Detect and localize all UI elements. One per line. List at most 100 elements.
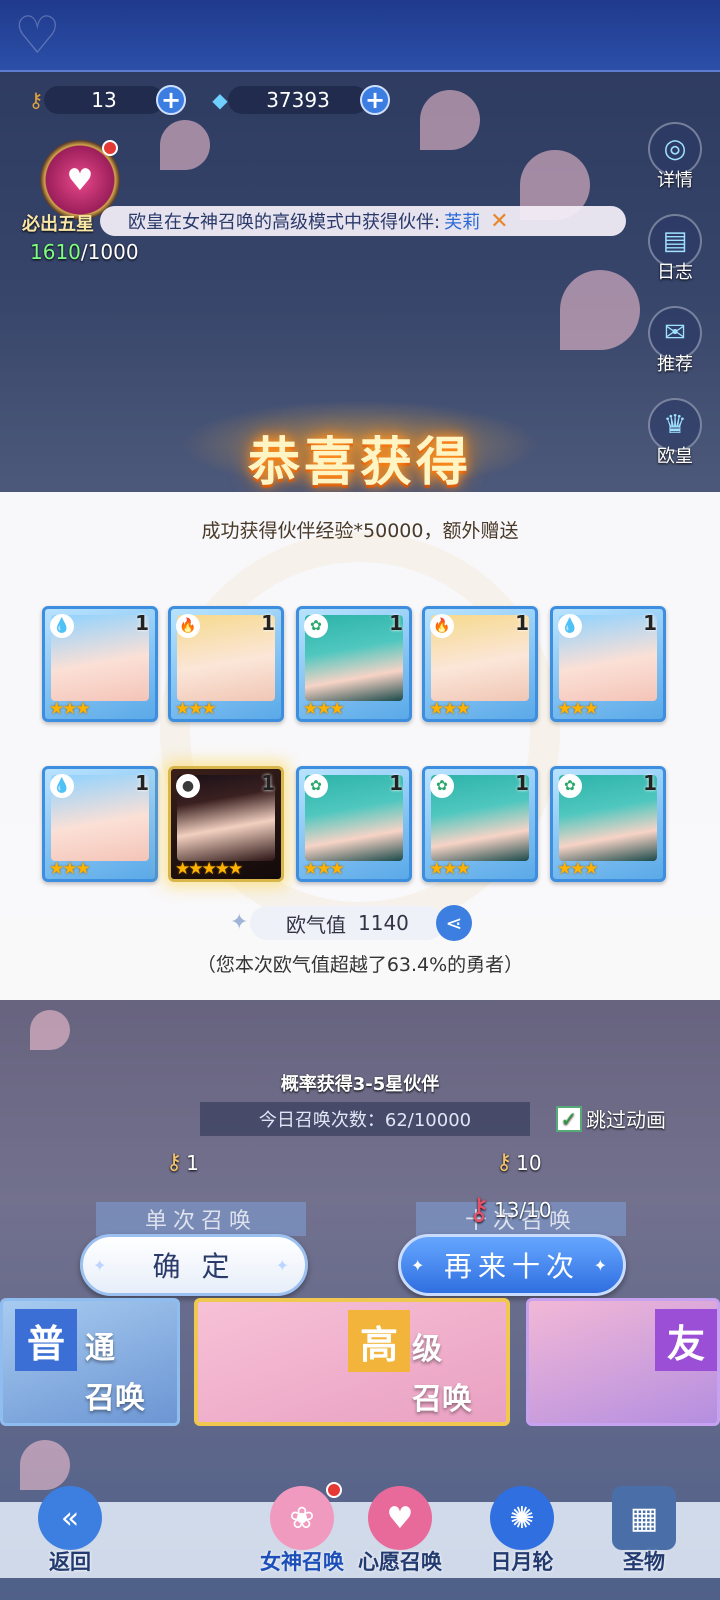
sparkle-icon: ✦	[230, 910, 249, 935]
dark-element-icon: ●	[176, 774, 200, 798]
partner-card[interactable]: ✿ 1 ★★★	[422, 766, 538, 882]
close-ticker-icon[interactable]: ✕	[490, 209, 508, 234]
star-rating: ★★★	[303, 859, 345, 879]
log-button[interactable]: ▤ 日志	[644, 214, 706, 294]
currency-value: 13	[44, 86, 164, 114]
ticker-partner-name: 芙莉	[444, 212, 481, 233]
wind-element-icon: ✿	[558, 774, 582, 798]
nav-back-label: 返回	[49, 1550, 91, 1574]
partner-level: 1	[515, 611, 529, 635]
star-rating: ★★★	[557, 699, 599, 719]
normal-sub-2: 召唤	[85, 1381, 145, 1416]
ten-cost-value: 10	[516, 1150, 542, 1175]
partner-card[interactable]: ✿ 1 ★★★	[296, 766, 412, 882]
recommend-label: 推荐	[657, 354, 693, 375]
partner-level: 1	[643, 771, 657, 795]
single-cost: ⚷ 1	[166, 1150, 199, 1175]
currency-value: 37393	[228, 86, 368, 114]
single-summon-label: 单次召唤	[96, 1202, 306, 1236]
details-button[interactable]: ◎ 详情	[644, 122, 706, 202]
friend-badge: 友	[655, 1309, 717, 1371]
summon-key-icon: ⚷	[28, 88, 44, 112]
wind-element-icon: ✿	[430, 774, 454, 798]
ten-have: ⚷ 13/10	[468, 1192, 552, 1227]
probability-text: 概率获得3-5星伙伴	[280, 1074, 440, 1095]
nav-goddess-label: 女神召唤	[260, 1550, 344, 1574]
guarantee-label: 必出五星	[22, 214, 94, 235]
goddess-portrait-icon: ❀	[270, 1486, 334, 1550]
add-gems-button[interactable]: +	[360, 85, 390, 115]
compass-wheel-icon: ✺	[490, 1486, 554, 1550]
summon-again-button[interactable]: ✦ 再来十次 ✦	[398, 1234, 626, 1296]
hearts-icon: ♥	[368, 1486, 432, 1550]
star-rating: ★★★★★	[175, 859, 243, 879]
sparkle-icon: ✦	[411, 1255, 431, 1275]
heart-icon: ♥	[66, 162, 94, 198]
water-element-icon: 💧	[558, 614, 582, 638]
nav-relic-label: 圣物	[623, 1550, 665, 1574]
partner-card[interactable]: ✿ 1 ★★★	[296, 606, 412, 722]
nav-relic[interactable]: ▦ 圣物	[584, 1480, 704, 1600]
star-rating: ★★★	[49, 859, 91, 879]
water-element-icon: 💧	[50, 614, 74, 638]
daily-summon-count: 今日召唤次数：62/10000	[200, 1102, 530, 1136]
partner-level: 1	[261, 771, 275, 795]
notification-dot	[102, 140, 118, 156]
water-element-icon: 💧	[50, 774, 74, 798]
partner-card[interactable]: 💧 1 ★★★	[42, 606, 158, 722]
guarantee-total: /1000	[80, 240, 139, 264]
premium-sub-2: 召唤	[412, 1382, 472, 1417]
add-keys-button[interactable]: +	[156, 85, 186, 115]
announcement-ticker: 欧皇在女神召唤的高级模式中获得伙伴: 芙莉 ✕	[100, 206, 626, 236]
luck-label: 欧气值	[286, 912, 346, 937]
friend-summon-banner[interactable]: 友	[526, 1298, 720, 1426]
exp-reward-text: 成功获得伙伴经验*50000，额外赠送	[201, 520, 519, 542]
premium-summon-banner[interactable]: 高 级 召唤	[194, 1298, 510, 1426]
share-icon[interactable]: ⋖	[436, 905, 472, 941]
guarantee-progress: 1610/1000	[30, 240, 139, 264]
partner-level: 1	[135, 771, 149, 795]
partner-card[interactable]: ● 1 ★★★★★	[168, 766, 284, 882]
luck-value-pill: 欧气值 1140	[250, 906, 444, 940]
star-rating: ★★★	[175, 699, 217, 719]
partner-card[interactable]: ✿ 1 ★★★	[550, 766, 666, 882]
single-cost-value: 1	[186, 1150, 199, 1175]
sparkle-icon: ✦	[593, 1255, 613, 1275]
details-label: 详情	[657, 170, 693, 191]
partner-level: 1	[389, 771, 403, 795]
luck-value: 1140	[358, 911, 409, 935]
nav-sun-moon[interactable]: ✺ 日月轮	[462, 1480, 582, 1600]
skip-animation-toggle[interactable]: ✓ 跳过动画	[556, 1104, 666, 1133]
guarantee-current: 1610	[30, 240, 81, 264]
petal-decoration	[560, 270, 640, 350]
result-panel: 成功获得伙伴经验*50000，额外赠送 💧 1 ★★★ 🔥 1 ★★★ ✿ 1 ★★★ 🔥 1 ★★★…	[0, 492, 720, 1000]
partner-card[interactable]: 🔥 1 ★★★	[168, 606, 284, 722]
sparkle-icon: ✦	[275, 1255, 295, 1275]
summon-key-icon: ⚷	[496, 1150, 513, 1175]
star-rating: ★★★	[557, 859, 599, 879]
heart-logo-icon: ♡	[14, 6, 61, 66]
nav-back[interactable]: « 返回	[10, 1480, 130, 1600]
confirm-label: 确 定	[152, 1250, 236, 1283]
partner-card[interactable]: 🔥 1 ★★★	[422, 606, 538, 722]
partner-card[interactable]: 💧 1 ★★★	[550, 606, 666, 722]
confirm-button[interactable]: ✦ 确 定 ✦	[80, 1234, 308, 1296]
recommend-button[interactable]: ✉ 推荐	[644, 306, 706, 386]
nav-sun-moon-label: 日月轮	[490, 1550, 554, 1574]
normal-summon-banner[interactable]: 普 通 召唤	[0, 1298, 180, 1426]
normal-sub-1: 通	[85, 1331, 115, 1366]
partner-level: 1	[135, 611, 149, 635]
partner-card[interactable]: 💧 1 ★★★	[42, 766, 158, 882]
nav-wish-label: 心愿召唤	[358, 1550, 442, 1574]
currency-keys: ⚷ 13 +	[20, 84, 186, 116]
nav-wish-summon[interactable]: ♥ 心愿召唤	[340, 1480, 460, 1600]
ten-cost: ⚷ 10	[496, 1150, 542, 1175]
wind-element-icon: ✿	[304, 614, 328, 638]
star-rating: ★★★	[429, 699, 471, 719]
again-label: 再来十次	[443, 1250, 580, 1283]
bottom-nav: « 返回 ❀ 女神召唤 ♥ 心愿召唤 ✺ 日月轮 ▦ 圣物	[0, 1480, 720, 1600]
log-label: 日志	[657, 262, 693, 283]
luck-description: （您本次欧气值超越了63.4%的勇者）	[196, 954, 524, 976]
normal-badge: 普	[15, 1309, 77, 1371]
skip-label: 跳过动画	[586, 1108, 666, 1132]
